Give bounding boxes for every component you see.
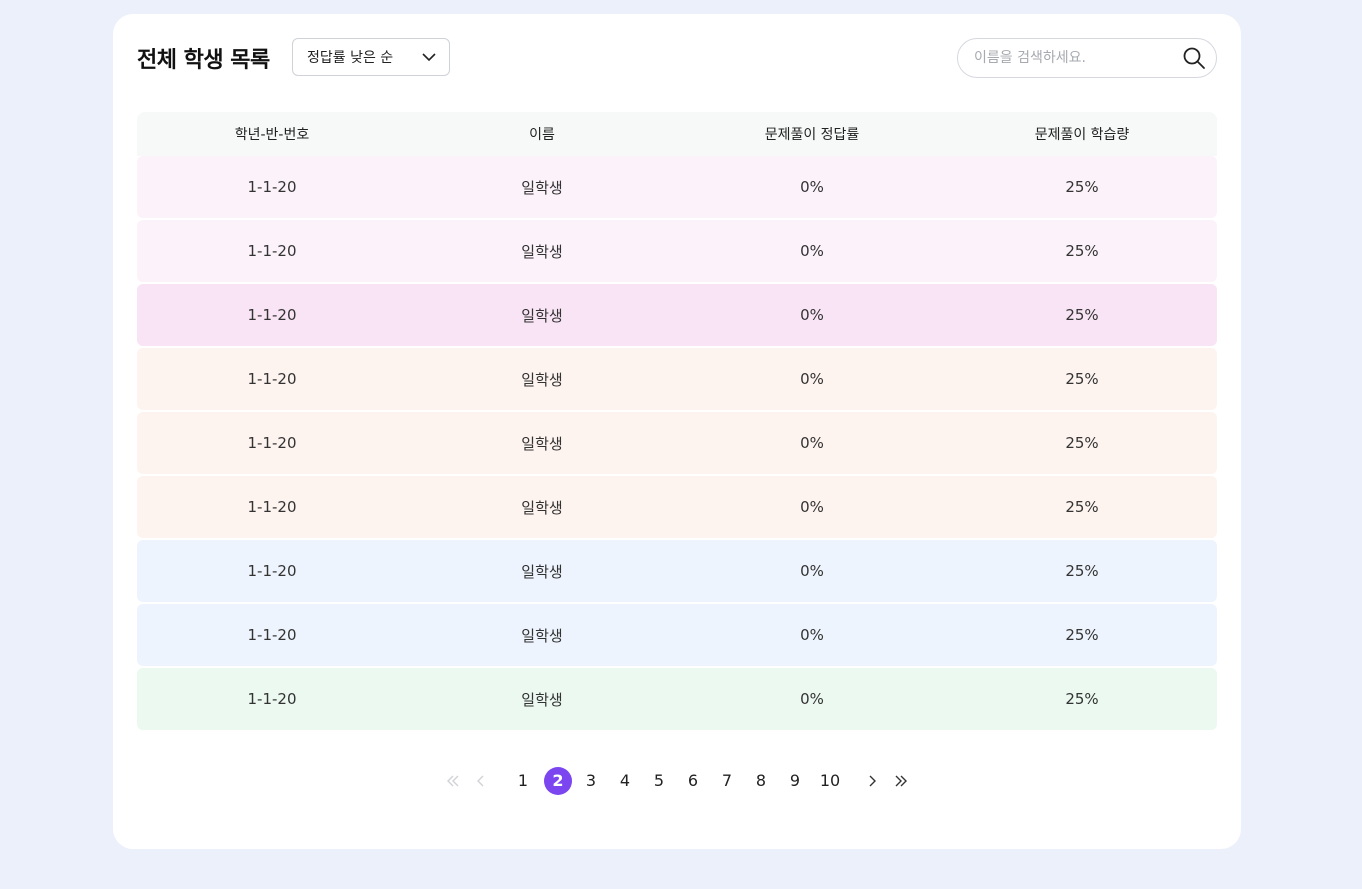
chevron-right-icon[interactable] xyxy=(862,766,882,796)
search-input[interactable] xyxy=(972,49,1182,67)
chevron-left-icon[interactable] xyxy=(471,766,491,796)
sort-dropdown[interactable]: 정답률 낮은 순 xyxy=(292,38,450,76)
page-button[interactable]: 9 xyxy=(785,766,805,796)
cell-accuracy: 0% xyxy=(800,498,824,516)
table-header: 학년-반-번호 이름 문제풀이 정답률 문제풀이 학습량 xyxy=(137,112,1217,156)
chevron-down-icon xyxy=(421,49,437,65)
student-table: 학년-반-번호 이름 문제풀이 정답률 문제풀이 학습량 1-1-20 일학생 0%… xyxy=(137,112,1217,730)
table-row[interactable]: 1-1-20 일학생 0% 25% xyxy=(137,604,1217,666)
cell-grade-class-number: 1-1-20 xyxy=(247,370,297,388)
table-row[interactable]: 1-1-20 일학생 0% 25% xyxy=(137,156,1217,218)
cell-grade-class-number: 1-1-20 xyxy=(247,690,297,708)
page-button[interactable]: 4 xyxy=(615,766,635,796)
cell-grade-class-number: 1-1-20 xyxy=(247,178,297,196)
table-row[interactable]: 1-1-20 일학생 0% 25% xyxy=(137,220,1217,282)
cell-volume: 25% xyxy=(1065,626,1099,644)
table-row[interactable]: 1-1-20 일학생 0% 25% xyxy=(137,284,1217,346)
cell-name: 일학생 xyxy=(521,498,563,517)
cell-name: 일학생 xyxy=(521,306,563,325)
cell-accuracy: 0% xyxy=(800,562,824,580)
cell-grade-class-number: 1-1-20 xyxy=(247,498,297,516)
cell-name: 일학생 xyxy=(521,178,563,197)
page-button[interactable]: 6 xyxy=(683,766,703,796)
column-header-grade-class-number: 학년-반-번호 xyxy=(234,127,310,143)
column-header-volume: 문제풀이 학습량 xyxy=(1034,127,1130,143)
cell-grade-class-number: 1-1-20 xyxy=(247,562,297,580)
page-button-current[interactable]: 2 xyxy=(544,767,572,795)
table-row[interactable]: 1-1-20 일학생 0% 25% xyxy=(137,476,1217,538)
table-body: 1-1-20 일학생 0% 25% 1-1-20 일학생 0% 25% 1-1-20 일학생 0% 2… xyxy=(137,156,1217,730)
table-row[interactable]: 1-1-20 일학생 0% 25% xyxy=(137,412,1217,474)
cell-accuracy: 0% xyxy=(800,178,824,196)
cell-volume: 25% xyxy=(1065,434,1099,452)
cell-volume: 25% xyxy=(1065,178,1099,196)
search-icon[interactable] xyxy=(1182,46,1206,70)
cell-name: 일학생 xyxy=(521,626,563,645)
column-header-name: 이름 xyxy=(529,127,555,143)
search-box xyxy=(957,38,1217,78)
cell-accuracy: 0% xyxy=(800,690,824,708)
cell-grade-class-number: 1-1-20 xyxy=(247,242,297,260)
page-button[interactable]: 1 xyxy=(513,766,533,796)
cell-grade-class-number: 1-1-20 xyxy=(247,434,297,452)
cell-name: 일학생 xyxy=(521,562,563,581)
cell-accuracy: 0% xyxy=(800,370,824,388)
table-row[interactable]: 1-1-20 일학생 0% 25% xyxy=(137,540,1217,602)
double-chevron-right-icon[interactable] xyxy=(891,766,911,796)
cell-grade-class-number: 1-1-20 xyxy=(247,626,297,644)
page-button[interactable]: 5 xyxy=(649,766,669,796)
cell-accuracy: 0% xyxy=(800,434,824,452)
cell-volume: 25% xyxy=(1065,498,1099,516)
page-button[interactable]: 3 xyxy=(581,766,601,796)
cell-volume: 25% xyxy=(1065,370,1099,388)
page-button[interactable]: 7 xyxy=(717,766,737,796)
cell-accuracy: 0% xyxy=(800,306,824,324)
student-list-card: 전체 학생 목록 정답률 낮은 순 학년-반-번호 이름 문제풀이 정답률 문제… xyxy=(113,14,1241,849)
page-button[interactable]: 8 xyxy=(751,766,771,796)
table-row[interactable]: 1-1-20 일학생 0% 25% xyxy=(137,668,1217,730)
cell-volume: 25% xyxy=(1065,242,1099,260)
column-header-accuracy: 문제풀이 정답률 xyxy=(764,127,860,143)
table-row[interactable]: 1-1-20 일학생 0% 25% xyxy=(137,348,1217,410)
pagination: 1 2 3 4 5 6 7 8 9 10 xyxy=(113,766,1241,796)
cell-accuracy: 0% xyxy=(800,242,824,260)
page-title: 전체 학생 목록 xyxy=(137,48,270,73)
cell-name: 일학생 xyxy=(521,242,563,261)
cell-name: 일학생 xyxy=(521,690,563,709)
cell-accuracy: 0% xyxy=(800,626,824,644)
cell-volume: 25% xyxy=(1065,306,1099,324)
page-button[interactable]: 10 xyxy=(817,766,843,796)
double-chevron-left-icon[interactable] xyxy=(443,766,463,796)
cell-name: 일학생 xyxy=(521,370,563,389)
sort-dropdown-value: 정답률 낮은 순 xyxy=(307,50,394,66)
cell-name: 일학생 xyxy=(521,434,563,453)
cell-grade-class-number: 1-1-20 xyxy=(247,306,297,324)
cell-volume: 25% xyxy=(1065,562,1099,580)
cell-volume: 25% xyxy=(1065,690,1099,708)
